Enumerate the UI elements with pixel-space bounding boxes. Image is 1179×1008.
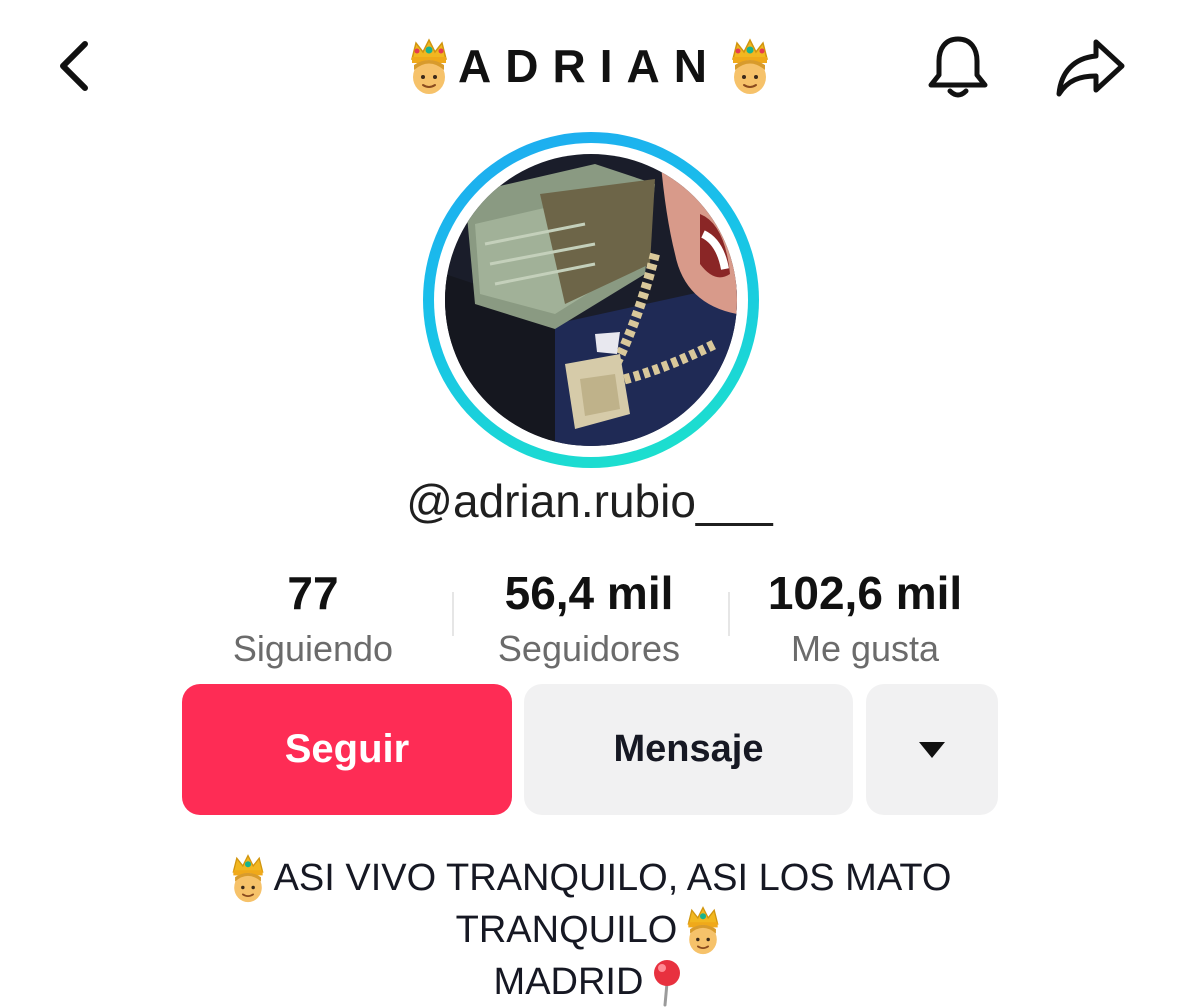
stat-followers-value: 56,4 mil [504, 567, 674, 619]
prince-emoji-icon [411, 38, 448, 94]
profile-title: ADRIAN [0, 30, 1179, 102]
bio-line-2: TRANQUILO [0, 904, 1179, 956]
stat-following-label: Siguiendo [232, 628, 394, 669]
message-button-label: Mensaje [613, 728, 764, 770]
bell-icon [928, 36, 988, 98]
share-button[interactable] [1048, 28, 1132, 108]
prince-emoji-icon [731, 38, 768, 94]
message-button[interactable]: Mensaje [524, 684, 853, 815]
stat-following-value: 77 [287, 567, 339, 619]
stat-followers-label: Seguidores [497, 628, 681, 669]
prince-emoji-icon [232, 854, 264, 903]
bio-text-line-1: ASI VIVO TRANQUILO, ASI LOS MATO [273, 857, 952, 899]
username: @adrian.rubio___ [406, 475, 773, 527]
more-options-button[interactable] [866, 684, 998, 815]
stat-likes[interactable]: 102,6 mil Me gusta [725, 566, 1005, 674]
stat-likes-value: 102,6 mil [767, 567, 963, 619]
bio-text-line-2: TRANQUILO [455, 909, 678, 951]
round-pushpin-icon [654, 960, 681, 1007]
avatar[interactable] [423, 132, 759, 468]
notification-bell-button[interactable] [918, 28, 998, 108]
avatar-photo [445, 154, 737, 446]
bio-line-3: MADRID [0, 956, 1179, 1008]
caret-down-icon [919, 741, 945, 758]
stat-likes-label: Me gusta [790, 628, 940, 669]
follow-button[interactable]: Seguir [182, 684, 512, 815]
share-arrow-icon [1056, 39, 1125, 97]
profile-title-text: ADRIAN [458, 40, 721, 92]
bio-text-line-3: MADRID [493, 961, 644, 1003]
follow-button-label: Seguir [284, 727, 410, 771]
prince-emoji-icon [687, 906, 719, 955]
bio-line-1: ASI VIVO TRANQUILO, ASI LOS MATO [0, 852, 1179, 904]
stat-following[interactable]: 77 Siguiendo [173, 566, 453, 674]
stat-followers[interactable]: 56,4 mil Seguidores [449, 566, 729, 674]
bio: ASI VIVO TRANQUILO, ASI LOS MATO TRANQUI… [0, 852, 1179, 1008]
